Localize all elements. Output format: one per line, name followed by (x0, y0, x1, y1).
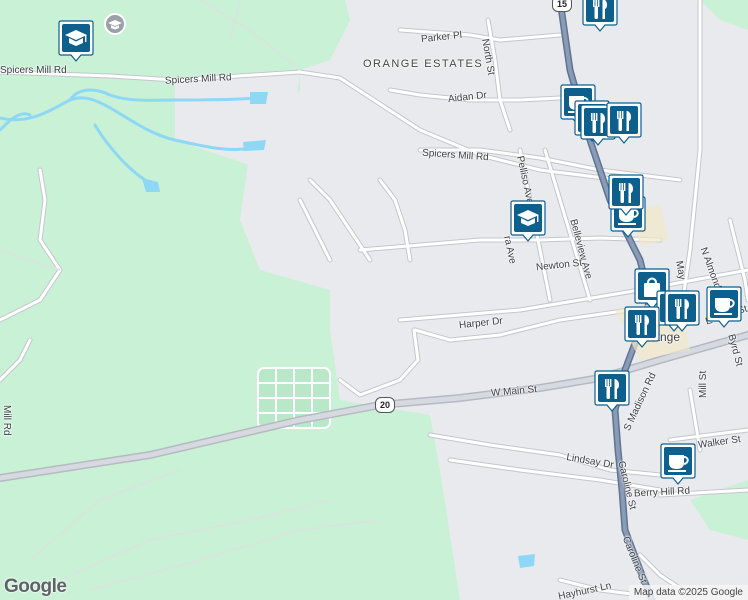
map-canvas[interactable]: Spicers Mill Rd Spicers Mill Rd Spicers … (0, 0, 748, 600)
restaurant-marker[interactable] (664, 290, 700, 332)
fork-knife-icon (610, 106, 638, 134)
school-icon (62, 24, 90, 52)
label-mill-st: Mill St (698, 370, 709, 398)
restaurant-marker[interactable] (606, 102, 642, 144)
label-mill-rd-west: Mill Rd (1, 405, 12, 436)
school-marker[interactable] (58, 20, 94, 62)
cafe-marker[interactable] (660, 443, 696, 485)
coffee-cup-icon (710, 290, 738, 318)
fork-knife-icon (586, 0, 614, 22)
route-20-shield: 20 (375, 397, 395, 413)
coffee-cup-icon (664, 447, 692, 475)
cafe-marker[interactable] (706, 286, 742, 328)
school-marker[interactable] (510, 200, 546, 242)
route-15-shield: 15 (552, 0, 572, 12)
fork-knife-icon (598, 374, 626, 402)
graduation-cap-icon[interactable] (104, 13, 126, 35)
restaurant-marker[interactable] (582, 0, 618, 32)
label-spicers-mill-rd-west: Spicers Mill Rd (0, 65, 67, 76)
school-icon (514, 204, 542, 232)
fork-knife-icon (628, 310, 656, 338)
fork-knife-icon (612, 178, 640, 206)
fork-knife-icon (668, 294, 696, 322)
label-orange-estates: ORANGE ESTATES (363, 58, 484, 70)
restaurant-marker[interactable] (608, 174, 644, 216)
restaurant-marker[interactable] (624, 306, 660, 348)
google-logo: Google (4, 576, 67, 597)
restaurant-marker[interactable] (594, 370, 630, 412)
map-attribution[interactable]: Map data ©2025 Google (628, 585, 748, 600)
